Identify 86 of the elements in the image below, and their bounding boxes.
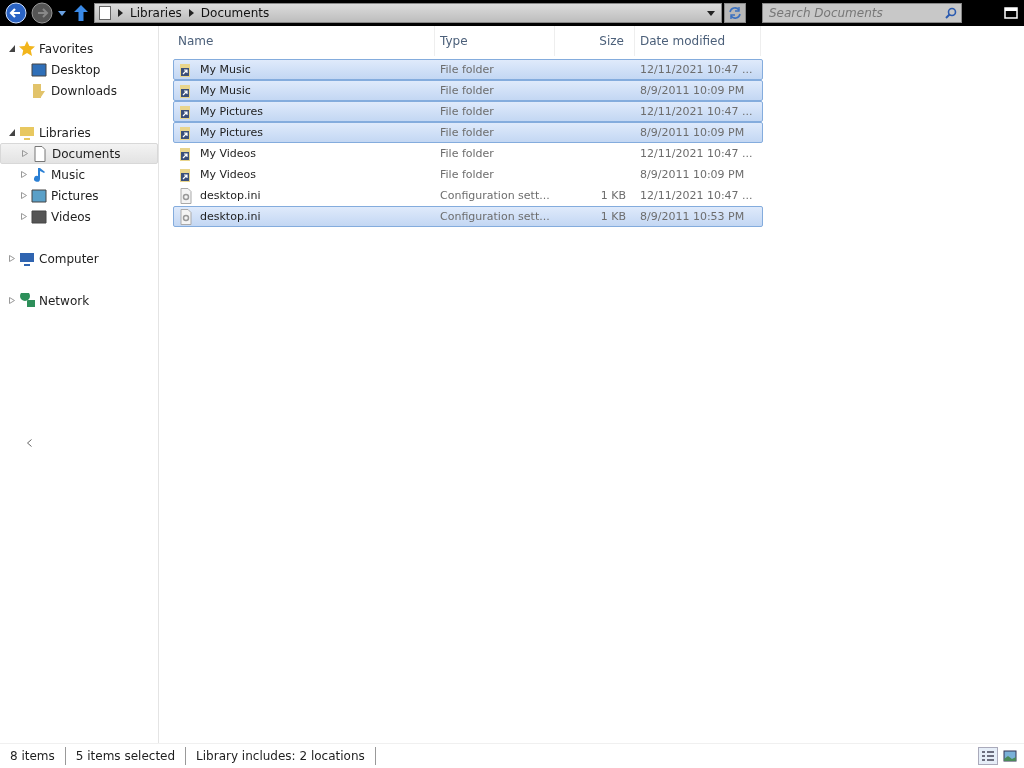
file-row[interactable]: desktop.ini Configuration sett... 1 KB 8/9/2011 10:53 PM (173, 206, 763, 227)
expander-icon[interactable] (9, 45, 15, 52)
file-name: My Music (200, 84, 251, 97)
back-button[interactable] (4, 1, 28, 25)
star-icon (19, 40, 35, 57)
date-modified: 12/11/2021 10:47 ... (639, 63, 754, 76)
music-icon (31, 166, 47, 183)
dropdown-icon[interactable] (58, 10, 66, 16)
tree-item[interactable]: Computer (0, 248, 158, 269)
file-row[interactable]: My Music File folder 12/11/2021 10:47 ... (173, 59, 763, 80)
tree-item[interactable]: Network (0, 290, 158, 311)
details-list-icon (981, 750, 995, 762)
dropdown-icon[interactable] (707, 10, 715, 16)
thumbnail-view-button[interactable] (1000, 747, 1020, 765)
column-header[interactable]: Date modified (635, 26, 761, 56)
date-modified: 12/11/2021 10:47 ... (639, 105, 754, 118)
status-text: 5 items selected (65, 747, 187, 765)
settings-file-icon (178, 208, 194, 225)
address-bar[interactable]: Libraries Documents (94, 3, 722, 23)
breadcrumb[interactable]: Libraries (130, 6, 182, 20)
tree-item[interactable]: Music (0, 164, 158, 185)
file-name: My Music (200, 63, 251, 76)
details-view-button[interactable] (978, 747, 998, 765)
file-name: My Pictures (200, 105, 264, 118)
file-name: desktop.ini (200, 210, 261, 223)
search-field[interactable]: Search Documents (762, 3, 962, 23)
file-row[interactable]: My Videos File folder 12/11/2021 10:47 ... (173, 143, 763, 164)
tree-item[interactable]: Documents (0, 143, 158, 164)
document-icon (32, 145, 48, 162)
library-icon (19, 124, 35, 141)
tree-item[interactable]: Pictures (0, 185, 158, 206)
status-text: 8 items (0, 747, 66, 765)
file-row[interactable]: My Pictures File folder 12/11/2021 10:47 ... (173, 101, 763, 122)
file-type: File folder (439, 147, 495, 160)
file-type: Configuration sett... (439, 210, 551, 223)
chevron-icon (188, 9, 194, 17)
settings-file-icon (178, 187, 194, 204)
refresh-icon (728, 6, 742, 20)
chevron-icon (118, 9, 123, 17)
window-button[interactable] (1002, 4, 1020, 22)
file-name: My Videos (200, 147, 257, 160)
up-arrow-icon[interactable] (74, 5, 88, 21)
expander-icon[interactable] (9, 129, 15, 136)
forward-button[interactable] (30, 1, 54, 25)
breadcrumb[interactable]: Documents (200, 6, 270, 20)
column-header[interactable]: Size (555, 26, 635, 56)
refresh-button[interactable] (724, 3, 746, 23)
tree-item[interactable]: Downloads (0, 80, 158, 101)
date-modified: 12/11/2021 10:47 ... (639, 189, 754, 202)
file-type: Configuration sett... (439, 189, 551, 202)
pictures-icon (31, 187, 47, 204)
file-type: File folder (439, 168, 495, 181)
file-type: File folder (439, 105, 495, 118)
tree-item[interactable]: Favorites (0, 38, 158, 59)
network-icon (19, 292, 35, 309)
landscape-image-icon (1003, 750, 1017, 762)
column-header[interactable]: Type (435, 26, 555, 56)
file-row[interactable]: My Videos File folder 8/9/2011 10:09 PM (173, 164, 763, 185)
date-modified: 8/9/2011 10:09 PM (639, 126, 746, 139)
computer-icon (19, 250, 35, 267)
file-type: File folder (439, 63, 495, 76)
desktop-icon (31, 61, 47, 78)
file-type: File folder (439, 84, 495, 97)
file-name: My Pictures (200, 126, 264, 139)
date-modified: 8/9/2011 10:09 PM (639, 168, 746, 181)
tree-item[interactable]: Desktop (0, 59, 158, 80)
file-row[interactable]: My Pictures File folder 8/9/2011 10:09 PM (173, 122, 763, 143)
file-name: desktop.ini (200, 189, 261, 202)
file-name: My Videos (200, 168, 257, 181)
date-modified: 12/11/2021 10:47 ... (639, 147, 754, 160)
tree-item[interactable]: Videos (0, 206, 158, 227)
file-row[interactable]: desktop.ini Configuration sett... 1 KB 12/11/2021 10:47 ... (173, 185, 763, 206)
videos-icon (31, 208, 47, 225)
downloads-icon (31, 82, 47, 99)
search-icon[interactable] (945, 7, 957, 19)
file-row[interactable]: My Music File folder 8/9/2011 10:09 PM (173, 80, 763, 101)
tree-item[interactable]: Libraries (0, 122, 158, 143)
document-icon (99, 6, 111, 20)
column-header[interactable]: Name (173, 26, 435, 56)
date-modified: 8/9/2011 10:09 PM (639, 84, 746, 97)
file-size: 1 KB (600, 210, 626, 223)
file-size: 1 KB (600, 189, 626, 202)
file-type: File folder (439, 126, 495, 139)
status-text: Library includes: 2 locations (186, 747, 376, 765)
date-modified: 8/9/2011 10:53 PM (639, 210, 746, 223)
collapse-icon[interactable] (27, 439, 32, 447)
